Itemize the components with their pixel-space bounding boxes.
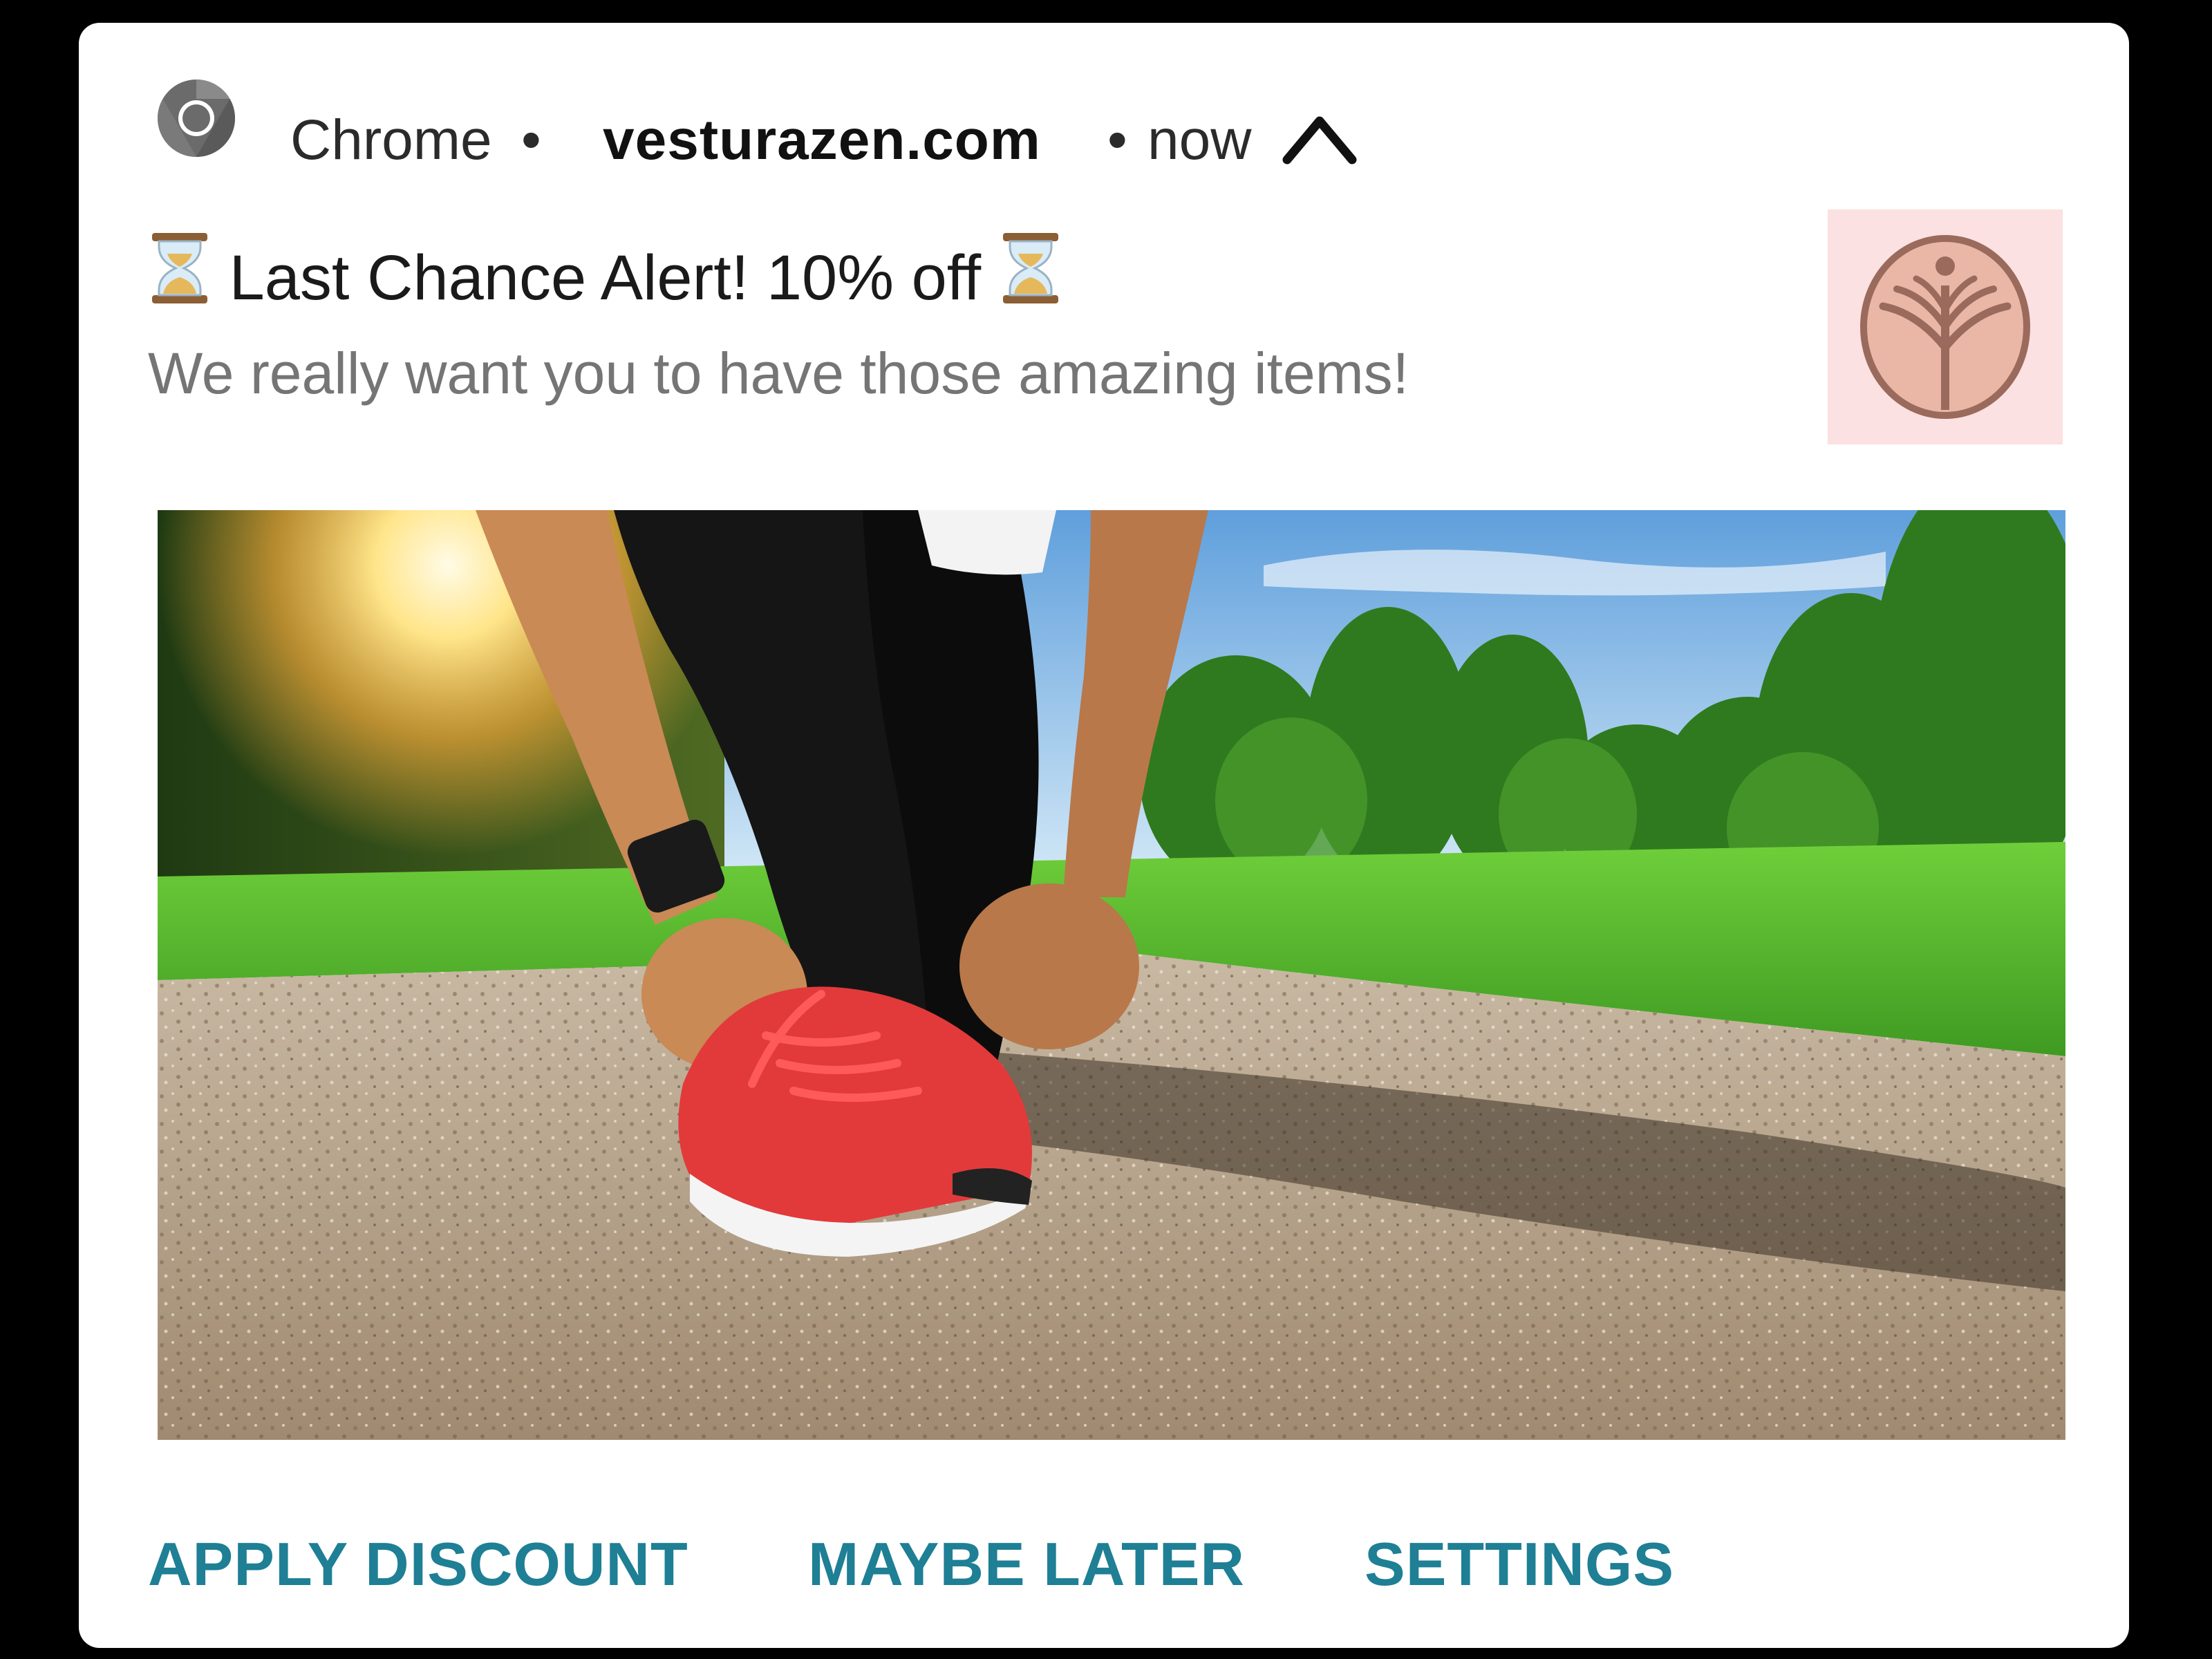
settings-button[interactable]: SETTINGS [1365, 1526, 1674, 1602]
chrome-icon [157, 79, 236, 157]
hourglass-icon [1002, 233, 1058, 303]
header-separator: • [521, 109, 541, 171]
hero-image [158, 510, 2065, 1440]
maybe-later-button[interactable]: MAYBE LATER [808, 1526, 1245, 1602]
app-name: Chrome [290, 109, 492, 171]
brand-logo [1828, 209, 2063, 444]
notification-body: We really want you to have those amazing… [148, 341, 1409, 406]
notification-card[interactable]: Chrome • vesturazen.com • now Last Chanc… [79, 23, 2129, 1648]
notification-title-text: Last Chance Alert! 10% off [229, 243, 982, 313]
notification-title: Last Chance Alert! 10% off [148, 230, 1062, 319]
apply-discount-button[interactable]: APPLY DISCOUNT [148, 1526, 688, 1602]
header-separator: • [1107, 109, 1127, 171]
notification-time: now [1147, 109, 1252, 171]
hourglass-icon [152, 233, 207, 303]
site-domain: vesturazen.com [603, 109, 1041, 171]
chevron-up-icon[interactable] [1282, 106, 1358, 168]
